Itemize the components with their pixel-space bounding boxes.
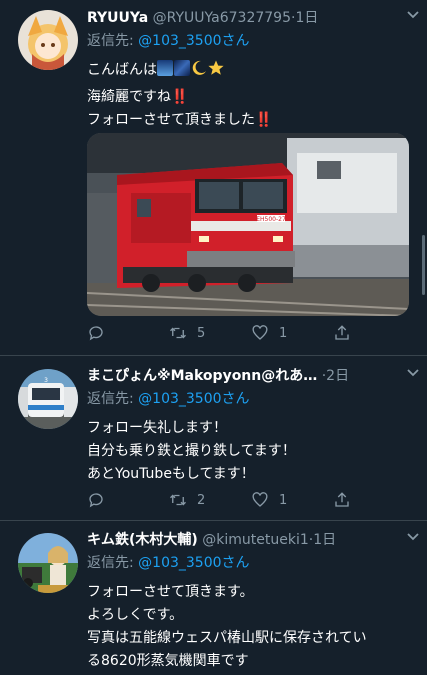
- tweet-line: 自分も乗り鉄と撮り鉄してます！: [87, 443, 296, 459]
- tweet-line: 写真は五能線ウェスパ椿山駅に保存されてい: [87, 630, 367, 646]
- display-name[interactable]: RYUUYa: [87, 10, 148, 26]
- tweet-text: フォローさせて頂きます。 よろしくです。 写真は五能線ウェスパ椿山駅に保存されて…: [87, 581, 415, 673]
- reply-mention[interactable]: @103_3500さん: [138, 33, 249, 49]
- scrollbar-thumb[interactable]: [422, 235, 425, 295]
- reply-icon: [89, 326, 103, 341]
- timestamp[interactable]: 1日: [295, 10, 318, 26]
- chevron-down-icon: [407, 533, 419, 541]
- crescent-moon-emoji-icon: [191, 60, 207, 76]
- tweet-line: よろしくです。: [87, 607, 184, 623]
- reply-prefix: 返信先:: [87, 33, 139, 49]
- reply-prefix: 返信先:: [87, 555, 139, 571]
- more-options-button[interactable]: [405, 365, 421, 387]
- tweet-actions: 2 1: [87, 488, 415, 512]
- chevron-down-icon: [407, 11, 419, 19]
- reply-context: 返信先: @103_3500さん: [87, 29, 415, 53]
- retweet-icon: [170, 327, 186, 339]
- retweet-count: 5: [197, 325, 206, 341]
- tweet-header: キム鉄(木村大輔) @kimutetueki1·1日: [87, 529, 415, 551]
- share-button[interactable]: [333, 491, 415, 509]
- tweet-actions: 5 1: [87, 321, 415, 345]
- reply-context: 返信先: @103_3500さん: [87, 387, 415, 411]
- like-count: 1: [279, 492, 288, 508]
- tweet-line: フォロー失礼します！: [87, 420, 227, 436]
- retweet-button[interactable]: 2: [169, 491, 251, 509]
- share-icon: [335, 492, 349, 507]
- display-name[interactable]: キム鉄(木村大輔): [87, 532, 198, 548]
- reply-mention[interactable]: @103_3500さん: [138, 391, 249, 407]
- tweet-text: こんばんは🌃🌌🌙⭐ 海綺麗ですね‼️ フォローさせて頂きました‼️: [87, 59, 415, 132]
- reply-button[interactable]: [87, 324, 169, 342]
- share-button[interactable]: [333, 324, 415, 342]
- chevron-down-icon: [407, 369, 419, 377]
- tweet-3[interactable]: キム鉄(木村大輔) @kimutetueki1·1日 返信先: @103_350…: [0, 521, 427, 675]
- night-city-emoji-icon: [157, 60, 173, 76]
- tweet-line: る8620形蒸気機関車です: [87, 653, 249, 669]
- loco-number-plate: EH500-27: [256, 216, 286, 223]
- tweet-line: あとYouTubeもしてます！: [87, 466, 255, 482]
- like-count: 1: [279, 325, 288, 341]
- tweet-photo[interactable]: EH500-27: [87, 133, 409, 316]
- tweet-text: フォロー失礼します！ 自分も乗り鉄と撮り鉄してます！ あとYouTubeもしてま…: [87, 417, 415, 486]
- user-handle[interactable]: @kimutetueki1: [202, 532, 309, 548]
- like-button[interactable]: 1: [251, 324, 333, 342]
- reply-mention[interactable]: @103_3500さん: [138, 555, 249, 571]
- tweet-header: まこぴょん※Makopyonn@れあ… ·2日: [87, 365, 415, 387]
- avatar[interactable]: [18, 10, 78, 70]
- star-emoji-icon: [208, 60, 224, 76]
- tweet-header: RYUUYa @RYUUYa67327795·1日: [87, 7, 415, 29]
- more-options-button[interactable]: [405, 7, 421, 29]
- avatar[interactable]: 3: [18, 369, 78, 429]
- milky-way-emoji-icon: [174, 60, 190, 76]
- display-name[interactable]: まこぴょん※Makopyonn@れあ…: [87, 368, 317, 384]
- tweet-line: こんばんは🌃🌌🌙⭐: [87, 59, 415, 86]
- avatar[interactable]: [18, 533, 78, 593]
- tweet-line: フォローさせて頂きます。: [87, 584, 254, 600]
- svg-text:3: 3: [44, 377, 48, 384]
- reply-icon: [89, 493, 103, 508]
- like-icon: [252, 325, 268, 340]
- user-handle[interactable]: @RYUUYa67327795: [153, 10, 291, 26]
- reply-prefix: 返信先:: [87, 391, 139, 407]
- timestamp[interactable]: 2日: [326, 368, 349, 384]
- timestamp[interactable]: 1日: [313, 532, 336, 548]
- retweet-count: 2: [197, 492, 206, 508]
- tweet-line: 海綺麗ですね‼️: [87, 89, 189, 105]
- retweet-button[interactable]: 5: [169, 324, 251, 342]
- share-icon: [335, 325, 349, 340]
- more-options-button[interactable]: [405, 529, 421, 551]
- like-button[interactable]: 1: [251, 491, 333, 509]
- retweet-icon: [170, 494, 186, 506]
- reply-button[interactable]: [87, 491, 169, 509]
- tweet-2[interactable]: 3 まこぴょん※Makopyonn@れあ… ·2日 返信先: @103_3500…: [0, 356, 427, 520]
- tweet-line: フォローさせて頂きました‼️: [87, 112, 273, 128]
- tweet-1[interactable]: RYUUYa @RYUUYa67327795·1日 返信先: @103_3500…: [0, 0, 427, 355]
- reply-context: 返信先: @103_3500さん: [87, 551, 415, 575]
- like-icon: [252, 492, 268, 507]
